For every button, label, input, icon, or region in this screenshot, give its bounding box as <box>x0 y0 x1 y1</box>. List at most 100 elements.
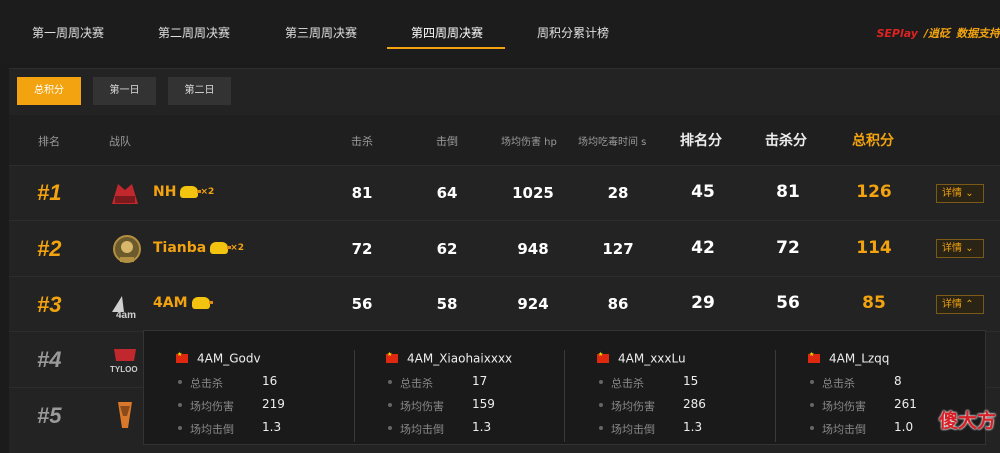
chicken-count: ×2 <box>230 243 245 253</box>
tyloo-logo-text: TYLOO <box>110 365 138 374</box>
kills-value: 72 <box>351 240 373 258</box>
top-nav: 第一周周决赛 第二周周决赛 第三周周决赛 第四周周决赛 周积分累计榜 SEPla… <box>0 0 1000 64</box>
stat-label: 场均击倒 <box>822 423 866 436</box>
stat-label: 场均击倒 <box>611 423 655 436</box>
svg-text:4am: 4am <box>116 310 136 321</box>
tab-week1-final[interactable]: 第一周周决赛 <box>32 24 104 41</box>
china-flag-icon <box>176 351 188 363</box>
china-flag-icon <box>808 351 820 363</box>
total-score-value: 114 <box>856 238 892 258</box>
stat-value: 1.3 <box>683 420 703 434</box>
knocks-value: 64 <box>436 184 458 202</box>
team-logo-5 <box>118 402 132 428</box>
details-label: 详情 <box>942 299 962 310</box>
site-watermark: 傻大方 <box>938 410 996 432</box>
stat-value: 286 <box>683 397 706 411</box>
header-avg-damage: 场均伤害 hp <box>501 137 557 148</box>
chevron-down-icon: ⌄ <box>965 188 974 199</box>
rank-score-value: 29 <box>691 293 715 313</box>
sponsor-brand: SEPlay /逍砭 数据支持 <box>876 23 1000 43</box>
bullet-icon <box>178 403 182 407</box>
details-label: 详情 <box>942 243 962 254</box>
kill-score-value: 81 <box>776 182 800 202</box>
stat-value: 17 <box>472 374 488 388</box>
team-name-text: 4AM <box>153 295 188 311</box>
team-name-text: NH <box>153 184 177 200</box>
stat-label: 总击杀 <box>190 377 223 390</box>
team-name: 4AM <box>153 295 213 311</box>
stat-value: 16 <box>262 374 278 388</box>
player-card: 4AM_Godv 总击杀 16 场均伤害 219 场均击倒 1.3 <box>176 348 356 439</box>
divider <box>775 350 776 442</box>
details-button-expanded[interactable]: 详情 ⌃ <box>936 295 984 314</box>
subtab-day2[interactable]: 第二日 <box>168 77 231 105</box>
player-name: 4AM_xxxLu <box>618 351 686 366</box>
player-card: 4AM_Xiaohaixxxx 总击杀 17 场均伤害 159 场均击倒 1.3 <box>386 348 566 439</box>
avg-poison-value: 28 <box>607 184 629 202</box>
chevron-down-icon: ⌄ <box>965 243 974 254</box>
avg-damage-value: 924 <box>517 295 549 313</box>
stat-value: 1.3 <box>472 420 492 434</box>
bullet-icon <box>388 380 392 384</box>
chicken-dinner-icon <box>180 186 202 198</box>
rank-number: #1 <box>37 180 62 205</box>
tab-week3-final[interactable]: 第三周周决赛 <box>285 24 357 41</box>
chevron-up-icon: ⌃ <box>965 299 974 310</box>
bullet-icon <box>810 380 814 384</box>
tab-weekly-cumulative[interactable]: 周积分累计榜 <box>537 24 609 41</box>
tab-week4-final[interactable]: 第四周周决赛 <box>411 24 483 41</box>
header-kills: 击杀 <box>351 135 373 148</box>
player-name: 4AM_Lzqq <box>829 351 890 366</box>
avg-damage-value: 948 <box>517 240 549 258</box>
rank-number: #5 <box>37 403 62 428</box>
stat-label: 总击杀 <box>400 377 433 390</box>
rank-score-value: 42 <box>691 238 715 258</box>
bullet-icon <box>178 426 182 430</box>
subtab-day1[interactable]: 第一日 <box>93 77 156 105</box>
header-rank-score: 排名分 <box>680 133 722 149</box>
rank-score-value: 45 <box>691 182 715 202</box>
details-button[interactable]: 详情 ⌄ <box>936 184 984 203</box>
stat-label: 场均伤害 <box>822 400 866 413</box>
stat-value: 261 <box>894 397 917 411</box>
avg-poison-value: 86 <box>607 295 629 313</box>
kill-score-value: 56 <box>776 293 800 313</box>
kill-score-value: 72 <box>776 238 800 258</box>
details-label: 详情 <box>942 188 962 199</box>
bullet-icon <box>388 403 392 407</box>
avg-poison-value: 127 <box>602 240 634 258</box>
bullet-icon <box>178 380 182 384</box>
bullet-icon <box>810 426 814 430</box>
stat-value: 1.0 <box>894 420 914 434</box>
stat-value: 1.3 <box>262 420 282 434</box>
team-name: Tianba ×2 <box>153 240 244 256</box>
bullet-icon <box>810 403 814 407</box>
header-kill-score: 击杀分 <box>765 133 807 149</box>
brand-logo: /逍砭 <box>923 27 950 40</box>
bullet-icon <box>388 426 392 430</box>
china-flag-icon <box>386 351 398 363</box>
china-flag-icon <box>597 351 609 363</box>
stat-label: 场均伤害 <box>400 400 444 413</box>
stat-label: 总击杀 <box>822 377 855 390</box>
header-knocks: 击倒 <box>436 135 458 148</box>
divider <box>354 350 355 442</box>
tab-week2-final[interactable]: 第二周周决赛 <box>158 24 230 41</box>
rank-number: #2 <box>37 236 62 261</box>
details-button[interactable]: 详情 ⌄ <box>936 239 984 258</box>
team-name: NH ×2 <box>153 184 214 200</box>
stat-label: 场均击倒 <box>190 423 234 436</box>
team-name-text: Tianba <box>153 240 207 256</box>
rank-number: #3 <box>37 292 62 317</box>
divider <box>564 350 565 442</box>
total-score-value: 85 <box>862 293 886 313</box>
team-logo-nh <box>112 184 138 204</box>
knocks-value: 58 <box>436 295 458 313</box>
avg-damage-value: 1025 <box>512 184 554 202</box>
subtab-total[interactable]: 总积分 <box>17 77 81 105</box>
player-name: 4AM_Xiaohaixxxx <box>407 351 513 366</box>
stat-value: 159 <box>472 397 495 411</box>
active-tab-underline <box>387 47 505 49</box>
team-logo-tyloo: TYLOO <box>110 349 138 374</box>
header-avg-poison-time: 场均吃毒时间 s <box>578 137 647 148</box>
